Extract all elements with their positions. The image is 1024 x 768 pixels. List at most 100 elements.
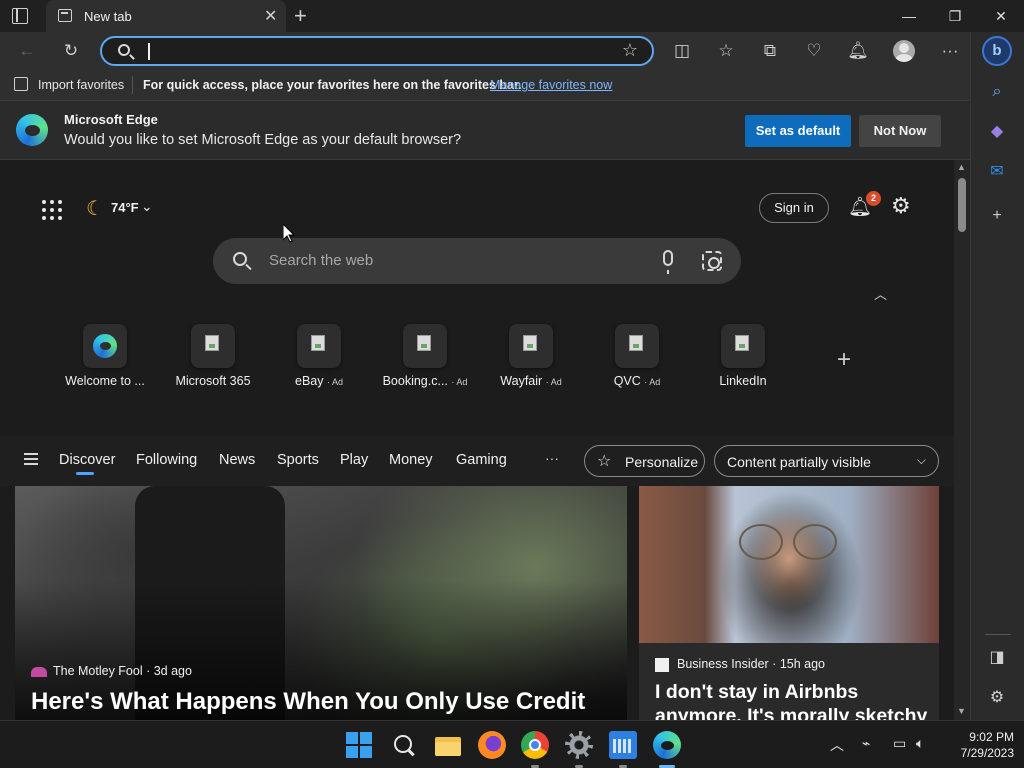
add-favorite-star-icon[interactable]: ☆	[622, 40, 638, 61]
ad-label: · Ad	[451, 377, 468, 387]
import-favorites-button[interactable]: Import favorites	[38, 78, 124, 92]
quick-link-tile[interactable]: LinkedIn	[693, 324, 793, 388]
notification-badge: 2	[866, 191, 881, 206]
card-image	[639, 486, 939, 643]
moon-weather-icon[interactable]: ☾	[86, 196, 104, 221]
add-quick-link-button[interactable]: +	[837, 346, 851, 374]
content-visibility-value: Content partially visible	[727, 454, 871, 470]
collections-icon[interactable]: ⧉	[757, 38, 783, 64]
hide-sidebar-icon[interactable]: ◨	[985, 646, 1009, 670]
page-scrollbar[interactable]: ▲ ▼	[954, 160, 970, 720]
tab-following[interactable]: Following	[136, 452, 197, 468]
news-card-main[interactable]: The Motley Fool · 3d ago Here's What Hap…	[15, 486, 627, 720]
manage-favorites-link[interactable]: Manage favorites now	[490, 78, 612, 92]
chevron-up-icon[interactable]: ︿	[830, 735, 844, 755]
scroll-down-arrow-icon[interactable]: ▼	[957, 706, 966, 716]
tile-icon	[297, 324, 341, 368]
sidebar-search-icon[interactable]: ⌕	[985, 80, 1009, 104]
more-tabs-button[interactable]: ···	[545, 450, 559, 466]
quick-link-tile[interactable]: QVC · Ad	[587, 324, 687, 388]
chevron-up-icon[interactable]: ︿	[874, 284, 887, 303]
back-arrow-icon[interactable]: ←	[14, 38, 40, 64]
bing-chat-icon[interactable]: b	[982, 36, 1012, 66]
apps-launcher-icon[interactable]	[42, 200, 62, 220]
personalize-button[interactable]: ☆ Personalize	[584, 445, 705, 477]
network-disconnected-icon[interactable]: ⌁	[862, 735, 870, 752]
not-now-button[interactable]: Not Now	[859, 115, 941, 147]
tile-icon	[615, 324, 659, 368]
content-visibility-dropdown[interactable]: Content partially visible ⌵	[714, 445, 939, 477]
tile-label: Booking.c... · Ad	[382, 374, 468, 388]
divider	[132, 76, 133, 94]
tab-sports[interactable]: Sports	[277, 452, 319, 468]
settings-app-icon[interactable]	[565, 731, 593, 759]
prompt-title: Microsoft Edge	[64, 112, 158, 127]
windows-start-icon[interactable]	[345, 731, 373, 759]
display-icon[interactable]: ▭	[893, 735, 906, 752]
divider	[985, 634, 1011, 635]
set-as-default-button[interactable]: Set as default	[745, 115, 851, 147]
restore-button[interactable]: ❐	[932, 0, 978, 32]
visual-search-icon[interactable]	[702, 251, 722, 271]
chevron-down-icon[interactable]: ⌄	[141, 198, 153, 215]
menu-icon[interactable]	[24, 453, 38, 465]
file-explorer-icon[interactable]	[434, 731, 462, 759]
profile-avatar[interactable]	[893, 40, 915, 62]
sign-in-button[interactable]: Sign in	[759, 193, 829, 223]
address-bar[interactable]: ☆	[100, 36, 654, 66]
add-sidebar-app-icon[interactable]: +	[985, 204, 1009, 228]
scroll-up-arrow-icon[interactable]: ▲	[957, 162, 966, 172]
tab-play[interactable]: Play	[340, 452, 368, 468]
volume-icon[interactable]: 🔈︎	[916, 735, 924, 752]
scroll-thumb[interactable]	[958, 178, 966, 232]
new-tab-button[interactable]: +	[294, 3, 307, 29]
tile-icon	[191, 324, 235, 368]
news-card-side[interactable]: Business Insider · 15h ago I don't stay …	[639, 486, 939, 720]
tile-label: Wayfair · Ad	[500, 374, 562, 388]
card-title[interactable]: I don't stay in Airbnbs anymore. It's mo…	[655, 680, 930, 720]
refresh-icon[interactable]: ↻	[58, 38, 84, 64]
quick-link-tile[interactable]: Wayfair · Ad	[481, 324, 581, 388]
card-title[interactable]: Here's What Happens When You Only Use Cr…	[31, 688, 585, 716]
search-icon	[118, 44, 130, 56]
favorites-bar-message: For quick access, place your favorites h…	[143, 78, 522, 92]
quick-link-tile[interactable]: Welcome to ...	[55, 324, 155, 388]
gear-icon[interactable]: ⚙	[891, 193, 911, 219]
text-caret	[148, 43, 150, 60]
clock[interactable]: 9:02 PM 7/29/2023	[940, 729, 1014, 761]
copilot-icon[interactable]: ◆	[985, 120, 1009, 144]
time-text: 9:02 PM	[969, 730, 1014, 744]
motley-fool-logo-icon	[31, 666, 47, 677]
quick-link-tile[interactable]: Booking.c... · Ad	[375, 324, 475, 388]
tab-gaming[interactable]: Gaming	[456, 452, 507, 468]
tab-actions-icon[interactable]	[12, 8, 28, 24]
settings-more-icon[interactable]: ···	[937, 38, 963, 64]
taskbar-search-icon[interactable]	[390, 731, 418, 759]
favorites-icon[interactable]: ☆	[713, 38, 739, 64]
split-screen-icon[interactable]: ◫	[669, 38, 695, 64]
edge-taskbar-icon[interactable]	[653, 731, 681, 759]
quick-link-tile[interactable]: Microsoft 365	[163, 324, 263, 388]
tile-label: Welcome to ...	[65, 374, 145, 388]
minimize-button[interactable]: —	[886, 0, 932, 32]
notifications-icon[interactable]: 🔔︎	[845, 38, 871, 64]
chrome-icon[interactable]	[521, 731, 549, 759]
quick-link-tile[interactable]: eBay · Ad	[269, 324, 369, 388]
browser-essentials-icon[interactable]: ♡	[801, 38, 827, 64]
new-tab-page: ☾ 74°F ⌄ Sign in 🔔︎ 2 ⚙ Search the web ︿…	[0, 160, 954, 720]
tab-discover[interactable]: Discover	[59, 452, 115, 468]
calendar-app-icon[interactable]	[609, 731, 637, 759]
tab-news[interactable]: News	[219, 452, 255, 468]
broken-image-icon	[417, 335, 431, 351]
firefox-icon[interactable]	[478, 731, 506, 759]
outlook-icon[interactable]: ✉	[985, 160, 1009, 184]
weather-temperature[interactable]: 74°F	[111, 200, 139, 215]
close-tab-icon[interactable]: ✕	[264, 6, 277, 26]
microphone-icon[interactable]	[663, 250, 673, 274]
broken-image-icon	[735, 335, 749, 351]
sidebar-settings-icon[interactable]: ⚙	[985, 686, 1009, 710]
close-window-button[interactable]: ✕	[978, 0, 1024, 32]
tab-money[interactable]: Money	[389, 452, 433, 468]
personalize-label: Personalize	[625, 454, 699, 470]
tab-new-tab[interactable]: New tab ✕	[46, 0, 286, 32]
